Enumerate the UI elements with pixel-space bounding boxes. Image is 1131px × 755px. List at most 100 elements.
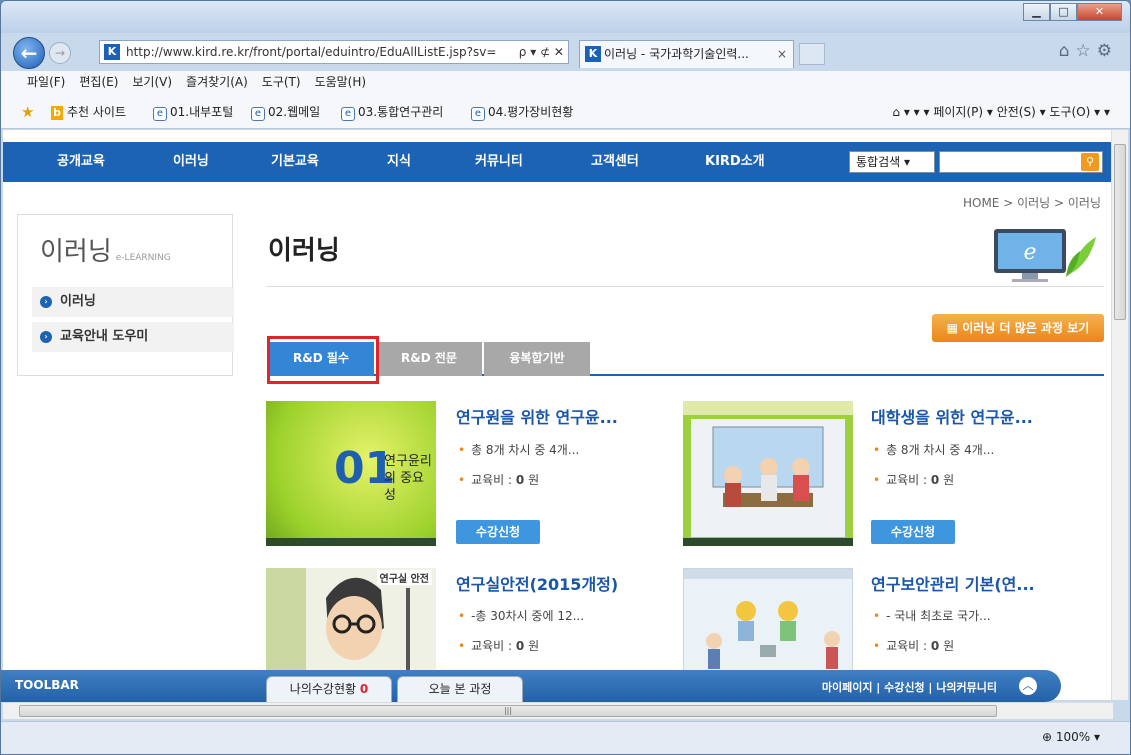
- status-bar: ⊕ 100% ▾: [1, 721, 1130, 754]
- toolbar-label: TOOLBAR: [15, 678, 79, 692]
- browser-tab[interactable]: K 이러닝 - 국가과학기술인력... ×: [579, 40, 794, 68]
- new-tab-button[interactable]: [799, 43, 825, 65]
- forward-button[interactable]: →: [49, 42, 71, 64]
- tab-favicon-icon: K: [585, 46, 601, 62]
- tab-convergence[interactable]: 융복합기반: [484, 342, 590, 376]
- bullet-icon: ›: [40, 296, 52, 308]
- favorite-suggested-sites[interactable]: b 추천 사이트: [51, 103, 126, 120]
- course-fee: • 교육비 : 0 원: [873, 473, 955, 487]
- course-title[interactable]: 대학생을 위한 연구윤...: [871, 404, 1033, 428]
- title-bar: ▁ □ ✕: [1, 1, 1130, 33]
- search-input[interactable]: [939, 151, 1103, 173]
- favorites-star-icon[interactable]: ★: [21, 103, 34, 121]
- favorite-link-3[interactable]: e 03.통합연구관리: [341, 103, 443, 121]
- menu-bar: 파일(F) 편집(E) 보기(V) 즐겨찾기(A) 도구(T) 도움말(H): [1, 71, 1130, 93]
- sidebar-item-elearning[interactable]: › 이러닝: [32, 287, 234, 317]
- favorite-link-2[interactable]: e 02.웹메일: [251, 103, 320, 121]
- scroll-thumb[interactable]: |||: [19, 705, 997, 717]
- ie-icon: e: [341, 107, 355, 121]
- breadcrumb: HOME > 이러닝 > 이러닝: [962, 196, 1101, 210]
- course-title[interactable]: 연구실안전(2015개정): [456, 571, 618, 595]
- gear-icon[interactable]: ⚙: [1097, 41, 1118, 61]
- browser-window: ▁ □ ✕ ← → K http://www.kird.re.kr/front/…: [0, 0, 1131, 755]
- sidebar-title: 이러닝 e-LEARNING: [40, 237, 171, 267]
- ie-icon: e: [153, 107, 167, 121]
- sidebar-item-education-guide[interactable]: › 교육안내 도우미: [32, 322, 234, 352]
- zoom-control[interactable]: ⊕ 100% ▾: [1042, 730, 1100, 744]
- nav-about-kird[interactable]: KIRD소개: [705, 142, 765, 182]
- menu-view[interactable]: 보기(V): [132, 71, 172, 93]
- maximize-icon[interactable]: □: [1050, 3, 1077, 21]
- apply-button[interactable]: 수강신청: [871, 520, 955, 544]
- ie-icon: e: [251, 107, 265, 121]
- address-controls[interactable]: ρ ▾ ⊄ ✕: [519, 41, 564, 63]
- title-divider: [266, 286, 1104, 287]
- tab-close-button[interactable]: ×: [777, 41, 787, 67]
- favorites-star-icon[interactable]: ☆: [1076, 41, 1097, 61]
- chevron-up-icon[interactable]: ︿: [1019, 677, 1037, 695]
- nav-customer-center[interactable]: 고객센터: [591, 142, 639, 182]
- course-title[interactable]: 연구원을 위한 연구윤...: [456, 404, 618, 428]
- course-fee: • 교육비 : 0 원: [458, 639, 540, 653]
- minimize-icon[interactable]: ▁: [1023, 3, 1050, 21]
- toolbar-tab-recent-courses[interactable]: 오늘 본 과정: [397, 676, 523, 702]
- command-bar[interactable]: ⌂ ▾ ▾ ▾ 페이지(P) ▾ 안전(S) ▾ 도구(O) ▾ ▾: [892, 103, 1110, 120]
- nav-elearning[interactable]: 이러닝: [173, 142, 209, 182]
- site-nav: 공개교육 이러닝 기본교육 지식 커뮤니티 고객센터 KIRD소개 통합검색 ▾…: [3, 142, 1113, 182]
- home-icon[interactable]: ⌂: [892, 105, 900, 119]
- favorite-link-4[interactable]: e 04.평가장비현황: [471, 103, 573, 121]
- menu-edit[interactable]: 편집(E): [79, 71, 118, 93]
- course-info: • -총 30차시 중에 12...: [458, 609, 585, 623]
- course-info: • - 국내 최초로 국가...: [873, 609, 991, 623]
- bing-icon: b: [51, 106, 63, 120]
- favorite-link-1[interactable]: e 01.내부포털: [153, 103, 233, 121]
- horizontal-scrollbar[interactable]: |||: [3, 702, 1113, 719]
- menu-file[interactable]: 파일(F): [27, 71, 65, 93]
- nav-knowledge[interactable]: 지식: [387, 142, 411, 182]
- menu-favorites[interactable]: 즐겨찾기(A): [186, 71, 248, 93]
- tab-title: 이러닝 - 국가과학기술인력...: [604, 47, 749, 61]
- zoom-icon: ⊕: [1041, 730, 1053, 744]
- nav-basic-education[interactable]: 기본교육: [271, 142, 319, 182]
- grid-icon: ▦: [946, 321, 959, 335]
- search-scope-select[interactable]: 통합검색 ▾: [849, 151, 935, 173]
- page-title: 이러닝: [268, 236, 340, 266]
- address-bar[interactable]: K http://www.kird.re.kr/front/portal/edu…: [99, 40, 569, 64]
- highlight-box: [267, 336, 379, 384]
- menu-tools[interactable]: 도구(T): [262, 71, 301, 93]
- course-thumbnail[interactable]: 01 연구윤리의 중요성: [266, 401, 436, 546]
- svg-text:e: e: [1023, 240, 1036, 265]
- computer-illustration-icon: e: [994, 229, 1096, 282]
- close-icon[interactable]: ✕: [1077, 3, 1122, 21]
- menu-help[interactable]: 도움말(H): [315, 71, 367, 93]
- course-title[interactable]: 연구보안관리 기본(연...: [871, 571, 1035, 595]
- bottom-toolbar: TOOLBAR 나의수강현황 0 오늘 본 과정 마이페이지 | 수강신청 | …: [1, 670, 1061, 702]
- toolbar-links[interactable]: 마이페이지 | 수강신청 | 나의커뮤니티: [822, 679, 997, 695]
- course-fee: • 교육비 : 0 원: [873, 639, 955, 653]
- category-tabs: R&D 필수 R&D 전문 융복합기반: [268, 342, 1104, 376]
- course-fee: • 교육비 : 0 원: [458, 473, 540, 487]
- bullet-icon: ›: [40, 331, 52, 343]
- sidebar: 이러닝 e-LEARNING › 이러닝 › 교육안내 도우미: [17, 214, 234, 376]
- nav-open-education[interactable]: 공개교육: [57, 142, 105, 182]
- browser-tools[interactable]: ⌂☆⚙: [1059, 41, 1118, 61]
- scroll-thumb[interactable]: [1114, 144, 1126, 320]
- course-info: • 총 8개 차시 중 4개...: [458, 443, 580, 457]
- tab-rnd-specialized[interactable]: R&D 전문: [376, 342, 482, 376]
- course-thumbnail[interactable]: [683, 401, 853, 546]
- search-icon[interactable]: ⚲: [1081, 153, 1099, 171]
- course-info: • 총 8개 차시 중 4개...: [873, 443, 995, 457]
- favorites-bar: ★ b 추천 사이트 e 01.내부포털 e 02.웹메일 e 03.통합연구관리 e0…: [1, 93, 1130, 129]
- more-courses-button[interactable]: ▦ 이러닝 더 많은 과정 보기: [932, 314, 1104, 342]
- course-thumbnail[interactable]: 연구실 안전: [266, 568, 436, 672]
- back-button[interactable]: ←: [13, 37, 45, 69]
- page-content: 공개교육 이러닝 기본교육 지식 커뮤니티 고객센터 KIRD소개 통합검색 ▾…: [3, 130, 1113, 700]
- home-icon[interactable]: ⌂: [1059, 41, 1076, 61]
- ie-icon: e: [471, 107, 485, 121]
- course-thumbnail[interactable]: [683, 568, 853, 672]
- url-text: http://www.kird.re.kr/front/portal/eduin…: [126, 45, 497, 59]
- vertical-scrollbar[interactable]: [1111, 130, 1128, 700]
- apply-button[interactable]: 수강신청: [456, 520, 540, 544]
- nav-community[interactable]: 커뮤니티: [475, 142, 523, 182]
- toolbar-tab-my-courses[interactable]: 나의수강현황 0: [266, 676, 392, 702]
